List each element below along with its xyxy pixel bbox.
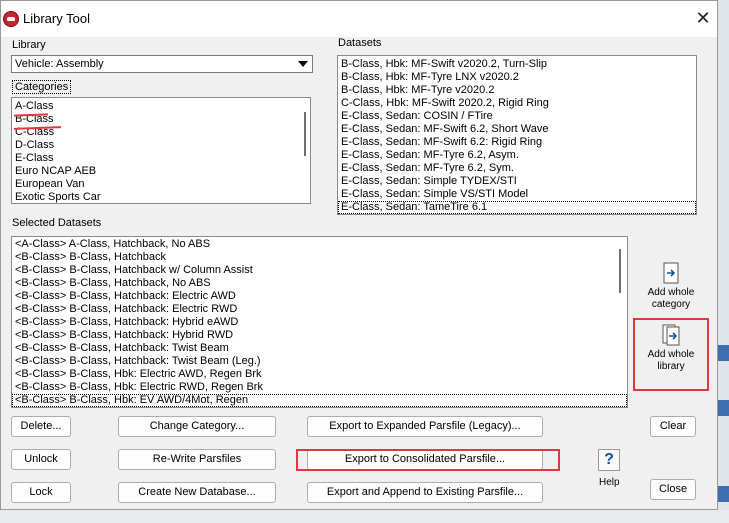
selected-dataset-item[interactable]: <B-Class> B-Class, Hbk: EV AWD/4Mot, Reg… xyxy=(12,394,627,407)
app-car-icon xyxy=(3,11,19,27)
dataset-list-item[interactable]: E-Class, Sedan: MF-Tyre 6.2, Asym. xyxy=(338,149,696,162)
export-expanded-button[interactable]: Export to Expanded Parsfile (Legacy)... xyxy=(307,416,543,437)
selected-datasets-label: Selected Datasets xyxy=(12,217,102,229)
rewrite-parsfiles-button[interactable]: Re-Write Parsfiles xyxy=(118,449,276,470)
dataset-list-item[interactable]: E-Class, Sedan: COSIN / FTire xyxy=(338,110,696,123)
category-list-item[interactable]: A-Class xyxy=(12,100,310,113)
category-list-item[interactable]: European Van xyxy=(12,178,310,191)
selected-dataset-item[interactable]: <B-Class> B-Class, Hbk: Electric RWD, Re… xyxy=(12,381,627,394)
dataset-list-item[interactable]: E-Class, Sedan: MF-Tyre 6.2, Sym. xyxy=(338,162,696,175)
category-list-item[interactable]: Euro NCAP AEB xyxy=(12,165,310,178)
background-fragment xyxy=(718,486,729,502)
background-fragment xyxy=(718,345,729,361)
selected-scrollbar-thumb[interactable] xyxy=(619,249,621,293)
selected-dataset-item[interactable]: <B-Class> B-Class, Hatchback: Hybrid eAW… xyxy=(12,316,627,329)
selected-dataset-item[interactable]: <B-Class> B-Class, Hatchback w/ Column A… xyxy=(12,264,627,277)
categories-scrollbar-thumb[interactable] xyxy=(304,112,306,156)
dataset-list-item[interactable]: E-Class, Sedan: Simple VS/STI Model xyxy=(338,188,696,201)
dataset-list-item[interactable]: E-Class, Sedan: MF-Swift 6.2, Short Wave xyxy=(338,123,696,136)
selected-dataset-item[interactable]: <B-Class> B-Class, Hatchback, No ABS xyxy=(12,277,627,290)
category-list-item[interactable]: B-Class xyxy=(12,113,310,126)
category-list-item[interactable]: E-Class xyxy=(12,152,310,165)
export-append-button[interactable]: Export and Append to Existing Parsfile..… xyxy=(307,482,543,503)
unlock-button[interactable]: Unlock xyxy=(11,449,71,470)
add-library-text: Add whole xyxy=(647,349,695,360)
category-list-item[interactable]: D-Class xyxy=(12,139,310,152)
categories-list[interactable]: A-Class B-Class C-Class D-Class E-Class Euro … xyxy=(11,97,311,204)
background-app-bottom xyxy=(0,510,729,523)
background-fragment xyxy=(718,400,729,416)
dataset-list-item[interactable]: B-Class, Hbk: MF-Swift v2020.2, Turn-Sli… xyxy=(338,58,696,71)
dataset-list-item[interactable]: B-Class, Hbk: MF-Tyre v2020.2 xyxy=(338,84,696,97)
chevron-down-icon[interactable] xyxy=(298,61,308,67)
datasets-label: Datasets xyxy=(338,37,382,49)
close-window-button[interactable]: ✕ xyxy=(693,7,713,29)
title-bar: Library Tool ✕ xyxy=(1,1,717,37)
dataset-list-item[interactable]: E-Class, Sedan: MF-Swift 6.2: Rigid Ring xyxy=(338,136,696,149)
add-category-icon xyxy=(661,262,681,284)
help-icon[interactable]: ? xyxy=(598,449,620,471)
selected-dataset-item[interactable]: <B-Class> B-Class, Hbk: Electric AWD, Re… xyxy=(12,368,627,381)
delete-button[interactable]: Delete... xyxy=(11,416,71,437)
selected-dataset-item[interactable]: <B-Class> B-Class, Hatchback: Hybrid RWD xyxy=(12,329,627,342)
selected-dataset-item[interactable]: <B-Class> B-Class, Hatchback xyxy=(12,251,627,264)
background-app-edge xyxy=(718,0,729,523)
add-library-icon xyxy=(661,324,681,346)
window-title: Library Tool xyxy=(23,11,90,26)
lock-button[interactable]: Lock xyxy=(11,482,71,503)
category-list-item[interactable]: Exotic Sports Car xyxy=(12,191,310,203)
help-label: Help xyxy=(599,477,620,488)
selected-dataset-item[interactable]: <B-Class> B-Class, Hatchback: Electric R… xyxy=(12,303,627,316)
clear-button[interactable]: Clear xyxy=(650,416,696,437)
add-category-text: Add whole xyxy=(647,287,695,298)
change-category-button[interactable]: Change Category... xyxy=(118,416,276,437)
datasets-list[interactable]: B-Class, Hbk: MF-Swift v2020.2, Turn-Sli… xyxy=(337,55,697,215)
library-selected-value: Vehicle: Assembly xyxy=(15,58,104,70)
selected-dataset-item[interactable]: <B-Class> B-Class, Hatchback: Twist Beam… xyxy=(12,355,627,368)
selected-dataset-item[interactable]: <B-Class> B-Class, Hatchback: Electric A… xyxy=(12,290,627,303)
dataset-list-item[interactable]: E-Class, Sedan: TameTire 6.1 xyxy=(338,201,696,214)
close-button[interactable]: Close xyxy=(650,479,696,500)
create-database-button[interactable]: Create New Database... xyxy=(118,482,276,503)
add-whole-category-button[interactable]: Add whole category xyxy=(645,262,697,311)
dataset-list-item[interactable]: E-Class, Sedan: Simple TYDEX/STI xyxy=(338,175,696,188)
add-library-text: library xyxy=(657,361,685,372)
add-whole-library-button[interactable]: Add whole library xyxy=(645,324,697,373)
library-label: Library xyxy=(12,39,46,51)
selected-dataset-item[interactable]: <A-Class> A-Class, Hatchback, No ABS xyxy=(12,238,627,251)
library-tool-window: Library Tool ✕ Library Vehicle: Assembly… xyxy=(0,0,718,510)
dataset-list-item[interactable]: C-Class, Hbk: MF-Swift 2020.2, Rigid Rin… xyxy=(338,97,696,110)
dataset-list-item[interactable]: B-Class, Hbk: MF-Tyre LNX v2020.2 xyxy=(338,71,696,84)
selected-dataset-item[interactable]: <B-Class> B-Class, Hatchback: Twist Beam xyxy=(12,342,627,355)
export-consolidated-button[interactable]: Export to Consolidated Parsfile... xyxy=(307,449,543,470)
library-select[interactable]: Vehicle: Assembly xyxy=(11,55,313,73)
add-category-text: category xyxy=(651,299,691,310)
selected-datasets-list[interactable]: <A-Class> A-Class, Hatchback, No ABS <B-C… xyxy=(11,236,628,408)
categories-label: Categories xyxy=(12,80,72,94)
